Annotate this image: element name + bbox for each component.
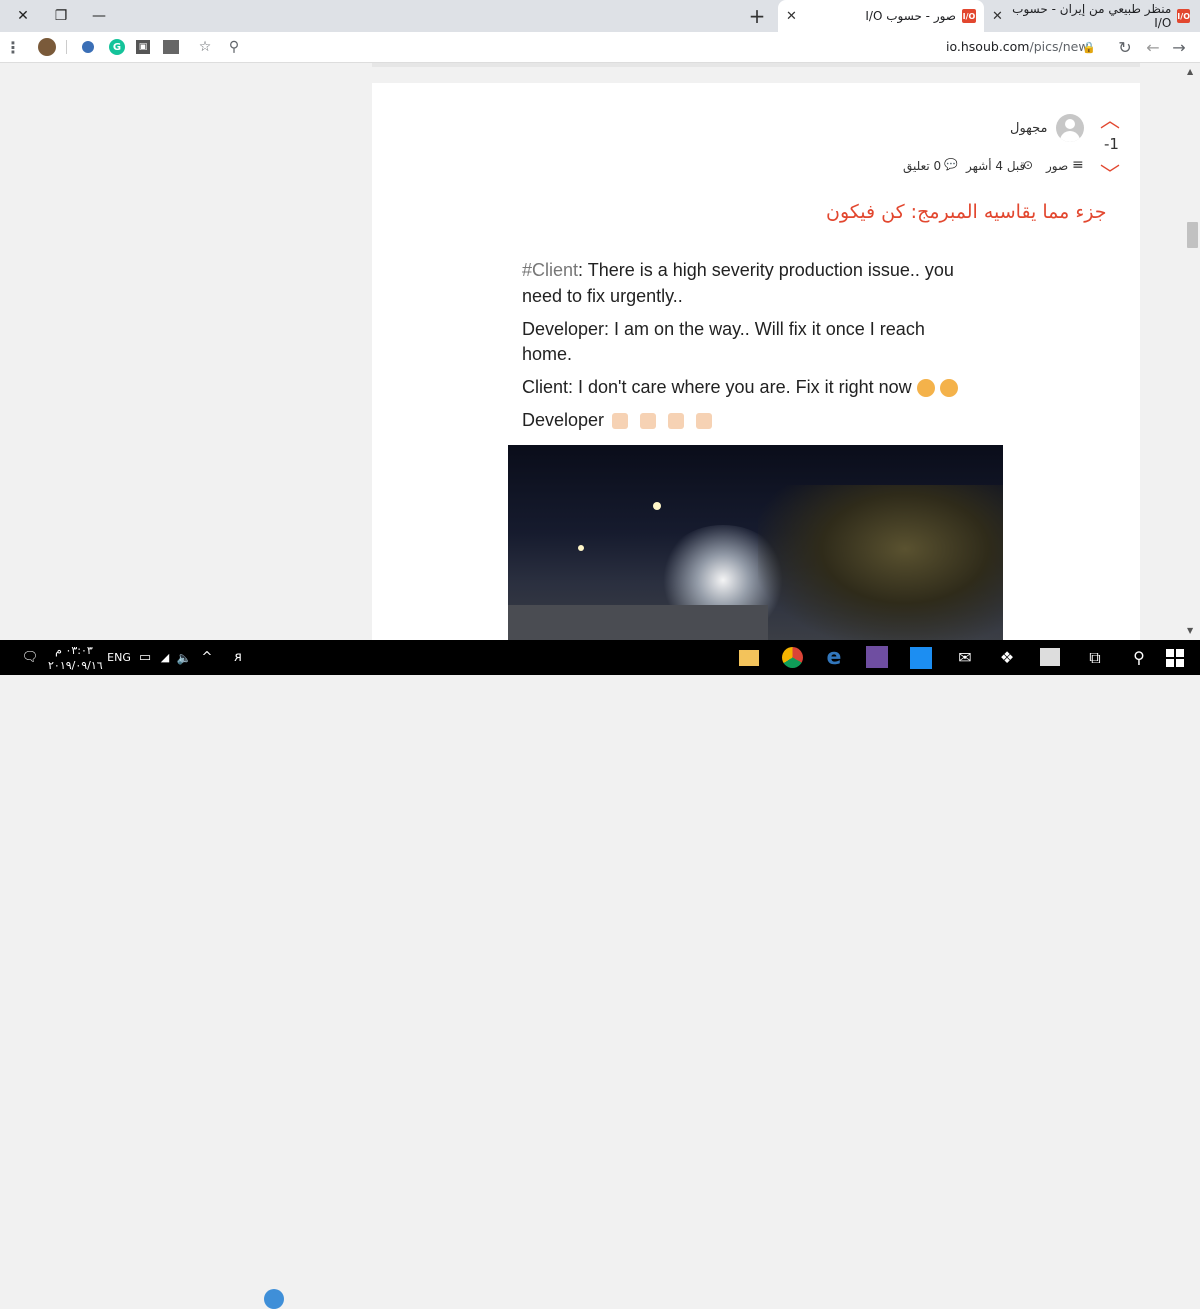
pointing-down-hand-icon bbox=[668, 413, 685, 430]
post-time: قبل 4 أشهر bbox=[966, 159, 1026, 173]
category-list-icon: ≡ bbox=[1072, 157, 1084, 173]
browser-toolbar: ⋮ G ▣ ☆ ⚲ io.hsoub.com/pics/new 🔒 ↻ ← → bbox=[0, 32, 1200, 63]
tab-bar: ✕ ❐ — + ✕ صور - حسوب I/O I/O ✕ منظر طبيع… bbox=[0, 0, 1200, 32]
grammarly-icon[interactable]: G bbox=[109, 39, 125, 55]
address-bar[interactable]: io.hsoub.com/pics/new bbox=[946, 39, 1089, 54]
clock-date: ٢٠١٩/٠٩/١٦ bbox=[48, 659, 103, 672]
image-text-line: : There is a high severity production is… bbox=[578, 260, 954, 280]
windows-taskbar: 🗨 ٠٣:٠٣ م ٢٠١٩/٠٩/١٦ ENG ▭ ◢ 🔈 ^ ᴙ e ✉ ❖… bbox=[0, 640, 1200, 1309]
downvote-arrow-icon[interactable]: ﹀ bbox=[1100, 158, 1120, 187]
teams-icon[interactable] bbox=[866, 646, 888, 668]
profile-avatar[interactable] bbox=[38, 38, 56, 56]
client-hashtag: #Client bbox=[522, 260, 579, 280]
image-text-line: Client: I don't care where you are. Fix … bbox=[522, 377, 912, 397]
vote-count: -1 bbox=[1104, 135, 1119, 153]
extension-image-icon[interactable] bbox=[163, 40, 179, 54]
reload-icon[interactable]: ↻ bbox=[1116, 38, 1134, 57]
scroll-down-arrow-icon[interactable]: ▼ bbox=[1187, 626, 1193, 635]
clock[interactable]: ٠٣:٠٣ م ٢٠١٩/٠٩/١٦ bbox=[48, 643, 103, 673]
image-text-line: need to fix urgently.. bbox=[522, 286, 683, 306]
search-icon[interactable]: ⚲ bbox=[1128, 640, 1150, 675]
back-icon[interactable]: → bbox=[1170, 38, 1188, 57]
image-text-line: home. bbox=[522, 344, 573, 364]
hsoub-logo-icon: I/O bbox=[1177, 9, 1190, 23]
tab-iran-landscape[interactable]: ✕ منظر طبيعي من إيران - حسوب I/O I/O bbox=[986, 0, 1196, 32]
night-street-photo bbox=[508, 445, 1003, 640]
post-title[interactable]: جزء مما يقاسيه المبرمج: كن فيكون bbox=[826, 201, 1107, 223]
close-icon: ✕ bbox=[17, 8, 29, 24]
tab-close-icon[interactable]: ✕ bbox=[786, 9, 797, 24]
cars-row bbox=[508, 605, 768, 640]
tab-close-icon[interactable]: ✕ bbox=[992, 9, 1003, 24]
image-text-line: Developer: I am on the way.. Will fix it… bbox=[522, 319, 925, 339]
tab-title: منظر طبيعي من إيران - حسوب I/O bbox=[1012, 2, 1172, 30]
chrome-icon[interactable] bbox=[782, 647, 803, 668]
scrollbar-thumb[interactable] bbox=[1187, 222, 1198, 248]
comment-count[interactable]: 0 تعليق bbox=[903, 159, 941, 173]
store-icon[interactable] bbox=[1040, 648, 1060, 666]
battery-icon[interactable]: ▭ bbox=[138, 640, 152, 675]
street-lamp bbox=[653, 502, 661, 510]
forward-icon[interactable]: ← bbox=[1144, 38, 1162, 57]
hsoub-logo-icon: I/O bbox=[962, 9, 976, 23]
upvote-arrow-icon[interactable]: ︿ bbox=[1100, 104, 1120, 133]
previous-card-edge bbox=[372, 63, 1140, 67]
pointing-down-hand-icon bbox=[696, 413, 713, 430]
edge-icon[interactable]: e bbox=[823, 640, 845, 675]
minimize-icon: — bbox=[92, 8, 106, 24]
angry-emoji-icon bbox=[939, 379, 958, 398]
tab-pics[interactable]: ✕ صور - حسوب I/O I/O bbox=[778, 0, 984, 32]
wifi-icon[interactable]: ◢ bbox=[158, 640, 172, 675]
pointing-down-hand-icon bbox=[612, 413, 629, 430]
clock-time: ٠٣:٠٣ م bbox=[55, 644, 93, 657]
image-text-line: Developer bbox=[522, 410, 605, 430]
people-icon[interactable]: ᴙ bbox=[230, 640, 246, 675]
minimize-window-button[interactable]: — bbox=[76, 0, 122, 32]
windows-start-icon[interactable] bbox=[1166, 649, 1184, 667]
scroll-up-arrow-icon[interactable]: ▲ bbox=[1187, 67, 1193, 76]
author-avatar[interactable] bbox=[1056, 114, 1084, 142]
extension-icon[interactable] bbox=[82, 41, 94, 53]
lock-icon[interactable]: 🔒 bbox=[1080, 38, 1098, 56]
page-scrollbar[interactable]: ▲ ▼ bbox=[1183, 63, 1200, 640]
zoom-icon[interactable]: ⚲ bbox=[225, 38, 243, 56]
menu-dots-icon[interactable]: ⋮ bbox=[4, 38, 22, 57]
angry-emoji-icon bbox=[916, 379, 935, 398]
show-hidden-icons-icon[interactable]: ^ bbox=[200, 640, 214, 675]
comment-icon: 💬 bbox=[944, 158, 958, 171]
pointing-down-hand-icon bbox=[640, 413, 657, 430]
author-name[interactable]: مجهول bbox=[1010, 121, 1048, 136]
extension-box-icon[interactable]: ▣ bbox=[136, 40, 150, 54]
notification-center-icon[interactable]: 🗨 bbox=[18, 640, 42, 675]
language-indicator[interactable]: ENG bbox=[106, 640, 132, 675]
tab-title: صور - حسوب I/O bbox=[865, 9, 956, 23]
new-tab-button[interactable]: + bbox=[745, 4, 769, 28]
trees bbox=[758, 485, 1003, 640]
url-host: io.hsoub.com bbox=[946, 39, 1030, 54]
messenger-icon[interactable] bbox=[910, 647, 932, 669]
post-category[interactable]: صور bbox=[1046, 159, 1068, 173]
help-icon[interactable] bbox=[264, 1289, 284, 1309]
bookmark-star-icon[interactable]: ☆ bbox=[196, 38, 214, 56]
toolbar-divider bbox=[66, 40, 67, 54]
volume-icon[interactable]: 🔈 bbox=[176, 640, 192, 675]
file-explorer-icon[interactable] bbox=[739, 650, 759, 666]
dropbox-icon[interactable]: ❖ bbox=[996, 640, 1018, 675]
mail-icon[interactable]: ✉ bbox=[954, 640, 976, 675]
plus-icon: + bbox=[748, 4, 766, 28]
street-lamp bbox=[578, 545, 584, 551]
restore-icon: ❐ bbox=[54, 8, 68, 24]
task-view-icon[interactable]: ⧉ bbox=[1084, 640, 1106, 675]
